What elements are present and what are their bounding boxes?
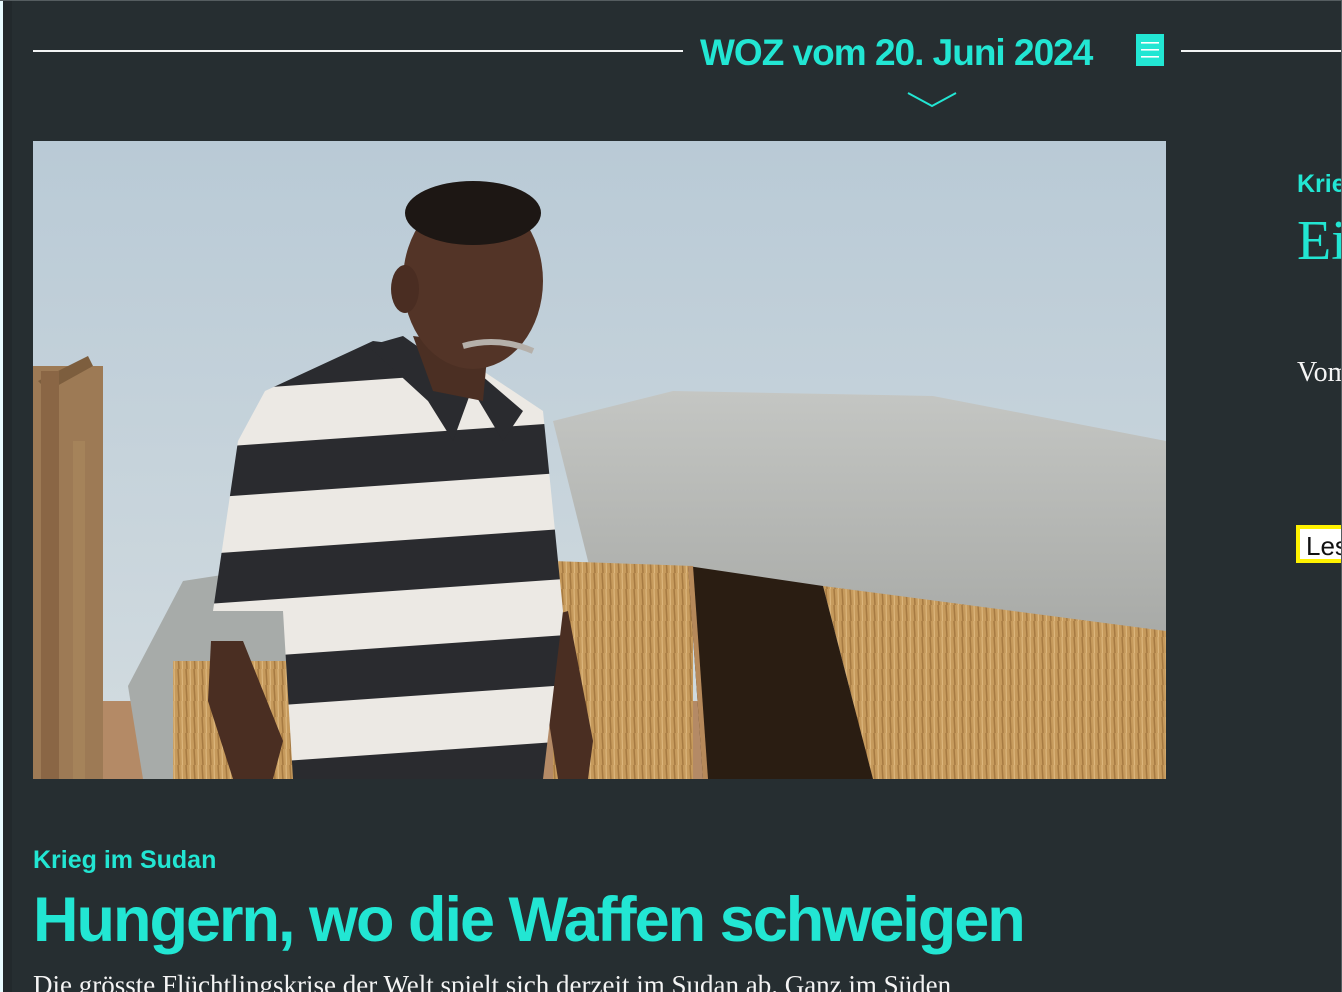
hero-image[interactable] <box>33 141 1166 779</box>
hero-photo <box>33 141 1166 779</box>
side-article-lead: Vom Kapital Frieden Bürgern <box>1297 357 1341 388</box>
side-article-headline[interactable]: Ein Frieden <box>1297 209 1341 273</box>
side-article-read-button[interactable]: Lesen <box>1296 525 1341 563</box>
side-article: Krieg Ein Frieden Vom Kapital Frieden Bü… <box>1297 161 1341 581</box>
hamburger-menu-icon <box>1141 42 1159 58</box>
left-edge-shade <box>3 1 12 992</box>
page: WOZ vom 20. Juni 2024 Krieg im Sudan Hun… <box>0 0 1342 992</box>
chevron-down-icon[interactable] <box>907 91 957 109</box>
article-headline[interactable]: Hungern, wo die Waffen schweigen <box>33 882 1026 958</box>
menu-button[interactable] <box>1136 34 1164 66</box>
header-rule-right <box>1181 50 1341 52</box>
article-kicker: Krieg im Sudan <box>33 846 217 874</box>
header-rule-left <box>33 50 683 52</box>
article-lead: Die grösste Flüchtlingskrise der Welt sp… <box>33 970 952 992</box>
issue-title: WOZ vom 20. Juni 2024 <box>700 32 1093 73</box>
side-article-kicker: Krieg <box>1297 170 1341 198</box>
side-article-read-label: Lesen <box>1306 531 1341 561</box>
